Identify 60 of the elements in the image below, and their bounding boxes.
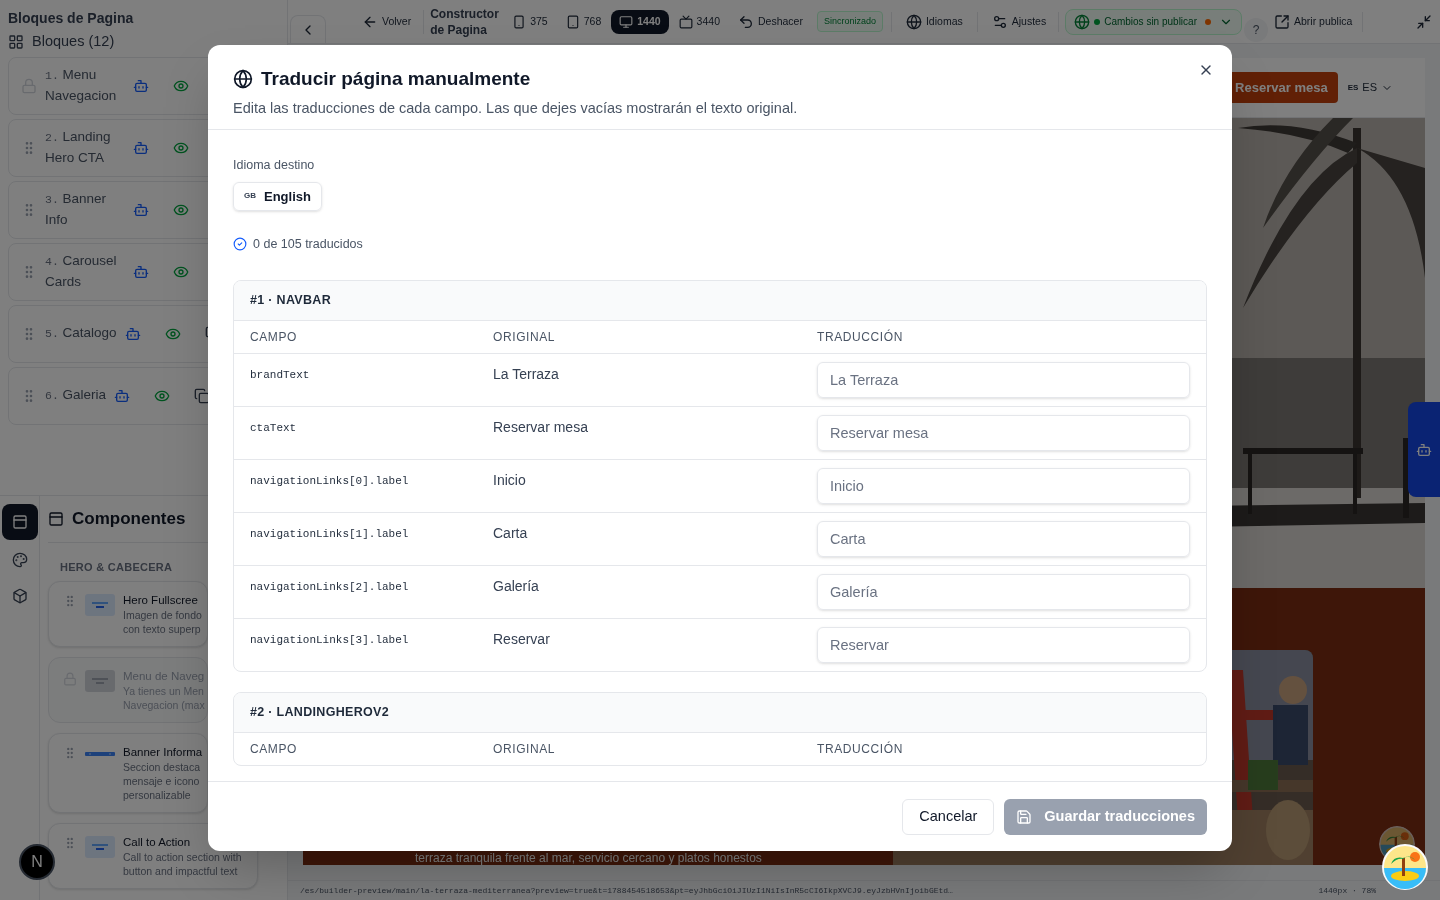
original-text: Reservar	[493, 629, 551, 649]
original-text: Carta	[493, 523, 529, 543]
column-header: CAMPO	[250, 740, 298, 758]
translation-field[interactable]: Inicio	[817, 467, 1190, 504]
open-public-button[interactable]: Abrir publica	[1268, 7, 1359, 36]
block-name: 5. Catalogo	[45, 324, 117, 343]
component-card[interactable]: Banner Informa Seccion destaca mensaje e icono personalizable	[48, 733, 208, 813]
column-header: TRADUCCIÓN	[817, 328, 904, 346]
component-title: Banner Informa	[123, 745, 203, 760]
component-card[interactable]: Hero Fullscree Imagen de fondo con texto superp	[48, 581, 208, 647]
language-chip[interactable]: GB English	[233, 181, 322, 211]
builder-title: Constructor de Pagina	[430, 5, 500, 38]
field-key: navigationLinks[1].label	[250, 520, 493, 542]
field-key: navigationLinks[2].label	[250, 573, 493, 595]
sidebar-title: Bloques de Pagina	[8, 9, 135, 28]
field-key: navigationLinks[0].label	[250, 467, 493, 489]
block-name: 2. Landing Hero CTA	[45, 128, 112, 168]
translation-field[interactable]: Reservar mesa	[817, 414, 1190, 451]
translation-field[interactable]: Reservar	[817, 626, 1190, 663]
block-name: 3. Banner Info	[45, 190, 108, 230]
component-title: Call to Action	[123, 835, 192, 850]
block-name: 1. Menu Navegacion	[45, 66, 118, 106]
component-description: Imagen de fondo con texto superp	[123, 608, 202, 636]
original-text: La Terraza	[493, 364, 560, 384]
category-label: HERO & CABECERA	[60, 559, 174, 575]
column-header: ORIGINAL	[493, 328, 557, 346]
dev-badge[interactable]: N	[19, 844, 55, 880]
panel-title: Componentes	[72, 508, 186, 530]
viewport-button[interactable]: 768	[557, 9, 610, 34]
translation-field[interactable]: Carta	[817, 520, 1190, 557]
viewport-button[interactable]: 3440	[670, 9, 728, 34]
help-button[interactable]: ?	[1244, 17, 1268, 42]
column-header: ORIGINAL	[493, 740, 557, 758]
cancel-button[interactable]: Cancelar	[902, 798, 995, 835]
translation-field[interactable]: Galería	[817, 573, 1190, 610]
publish-status-button[interactable]: Cambios sin publicar	[1065, 8, 1242, 35]
language-selector[interactable]: ES ES	[1347, 79, 1393, 96]
section-heading: #2 · LANDINGHEROV2	[250, 703, 389, 721]
languages-button[interactable]: Idiomas	[899, 7, 969, 36]
undo-button[interactable]: Deshacer	[731, 7, 809, 36]
preview-url: /es/builder-preview/main/la-terraza-mediterranea?preview=true&t=1788454518653&pt=eyJhbGciOiJIUzI1NiIsInR5cCI6IkpXVCJ9.eyJzbHVnIjoibGEtd…	[300, 884, 953, 897]
component-title: Hero Fullscree	[123, 593, 199, 608]
viewport-button[interactable]: 1440	[611, 9, 669, 34]
tagline: terraza tranquila frente al mar, servicio cercano y platos honestos	[415, 852, 762, 865]
translation-field[interactable]: La Terraza	[817, 361, 1190, 398]
back-button[interactable]: Volver	[356, 7, 418, 36]
blocks-count: Bloques (12)	[32, 32, 115, 51]
original-text: Inicio	[493, 470, 527, 490]
component-description: Seccion destaca mensaje e icono personalizable	[123, 760, 202, 802]
settings-button[interactable]: Ajustes	[985, 7, 1053, 36]
component-description: Call to action section with button and impactful text	[123, 850, 242, 878]
original-text: Galería	[493, 576, 540, 596]
zoom-level: 1440px · 78%	[1318, 884, 1376, 897]
field-key: navigationLinks[3].label	[250, 626, 493, 648]
column-header: TRADUCCIÓN	[817, 740, 904, 758]
sync-badge: Sincronizado	[816, 10, 883, 33]
viewport-button[interactable]: 375	[504, 9, 556, 34]
block-name: 4. Carousel Cards	[45, 252, 118, 292]
original-text: Reservar mesa	[493, 417, 589, 437]
block-name: 6. Galeria	[45, 386, 107, 405]
